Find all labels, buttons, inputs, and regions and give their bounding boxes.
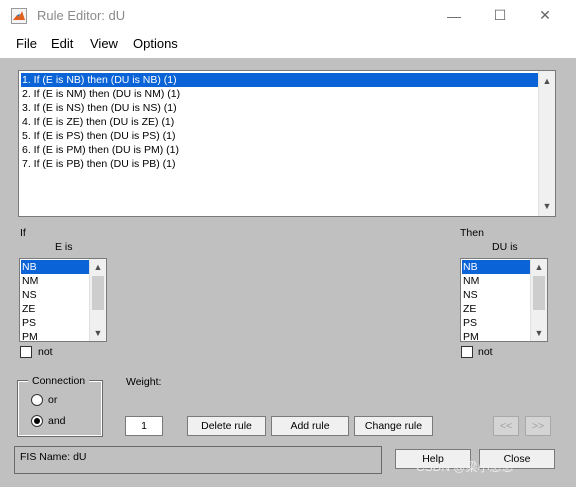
menu-options[interactable]: Options (133, 36, 178, 51)
if-term-ps[interactable]: PS (21, 316, 92, 330)
rule-item-1[interactable]: 1. If (E is NB) then (DU is NB) (1) (21, 73, 538, 87)
menu-file[interactable]: File (16, 36, 37, 51)
if-term-nb[interactable]: NB (21, 260, 92, 274)
if-term-list[interactable]: NB NM NS ZE PS PM ▲ ▼ (19, 258, 107, 342)
scroll-thumb[interactable] (92, 276, 104, 310)
if-term-ns[interactable]: NS (21, 288, 92, 302)
connection-label: Connection (28, 375, 90, 387)
then-term-pm[interactable]: PM (462, 330, 533, 341)
connection-group (17, 380, 103, 437)
next-button[interactable]: >> (525, 416, 551, 436)
and-radio[interactable] (31, 415, 43, 427)
weight-label: Weight: (126, 376, 162, 388)
then-term-ns[interactable]: NS (462, 288, 533, 302)
scroll-thumb[interactable] (533, 276, 545, 310)
then-term-nm[interactable]: NM (462, 274, 533, 288)
and-label: and (48, 415, 66, 427)
close-icon: ✕ (539, 7, 551, 23)
scroll-up-icon[interactable]: ▲ (539, 73, 555, 89)
if-list-scrollbar[interactable]: ▲ ▼ (89, 259, 106, 341)
delete-rule-button[interactable]: Delete rule (187, 416, 266, 436)
menu-bar (0, 31, 576, 57)
rule-item-4[interactable]: 4. If (E is ZE) then (DU is ZE) (1) (21, 115, 538, 129)
minimize-button[interactable]: — (431, 0, 477, 31)
status-text: FIS Name: dU (20, 451, 87, 463)
if-term-nm[interactable]: NM (21, 274, 92, 288)
rule-list[interactable]: 1. If (E is NB) then (DU is NB) (1) 2. I… (18, 70, 556, 217)
maximize-icon: ☐ (493, 7, 507, 23)
or-label: or (48, 394, 58, 406)
if-term-ze[interactable]: ZE (21, 302, 92, 316)
or-radio[interactable] (31, 394, 43, 406)
close-window-button[interactable]: ✕ (522, 0, 568, 31)
rule-item-3[interactable]: 3. If (E is NS) then (DU is NS) (1) (21, 101, 538, 115)
rule-item-5[interactable]: 5. If (E is PS) then (DU is PS) (1) (21, 129, 538, 143)
if-heading: If (20, 227, 26, 239)
then-term-ze[interactable]: ZE (462, 302, 533, 316)
window-title: Rule Editor: dU (37, 8, 126, 23)
scroll-up-icon[interactable]: ▲ (531, 259, 547, 275)
then-term-list[interactable]: NB NM NS ZE PS PM ▲ ▼ (460, 258, 548, 342)
scroll-down-icon[interactable]: ▼ (90, 325, 106, 341)
weight-input[interactable]: 1 (125, 416, 163, 436)
if-not-label: not (38, 346, 53, 358)
then-list-scrollbar[interactable]: ▲ ▼ (530, 259, 547, 341)
change-rule-button[interactable]: Change rule (354, 416, 433, 436)
scroll-down-icon[interactable]: ▼ (531, 325, 547, 341)
watermark: CSDN @梁小憨憨 (416, 460, 514, 474)
then-heading: Then (460, 227, 484, 239)
if-variable-label: E is (55, 241, 73, 253)
maximize-button[interactable]: ☐ (477, 0, 523, 31)
rule-item-2[interactable]: 2. If (E is NM) then (DU is NM) (1) (21, 87, 538, 101)
minimize-icon: — (447, 7, 461, 24)
scroll-up-icon[interactable]: ▲ (90, 259, 106, 275)
add-rule-button[interactable]: Add rule (271, 416, 349, 436)
previous-button[interactable]: << (493, 416, 519, 436)
then-term-ps[interactable]: PS (462, 316, 533, 330)
rule-item-7[interactable]: 7. If (E is PB) then (DU is PB) (1) (21, 157, 538, 171)
scroll-down-icon[interactable]: ▼ (539, 198, 555, 214)
menu-view[interactable]: View (90, 36, 118, 51)
if-term-pm[interactable]: PM (21, 330, 92, 341)
matlab-logo-icon (11, 8, 27, 24)
rule-list-scrollbar[interactable]: ▲ ▼ (538, 71, 555, 216)
then-term-nb[interactable]: NB (462, 260, 533, 274)
rule-item-6[interactable]: 6. If (E is PM) then (DU is PM) (1) (21, 143, 538, 157)
then-not-checkbox[interactable] (461, 346, 473, 358)
then-not-label: not (478, 346, 493, 358)
menu-edit[interactable]: Edit (51, 36, 73, 51)
then-variable-label: DU is (492, 241, 518, 253)
if-not-checkbox[interactable] (20, 346, 32, 358)
